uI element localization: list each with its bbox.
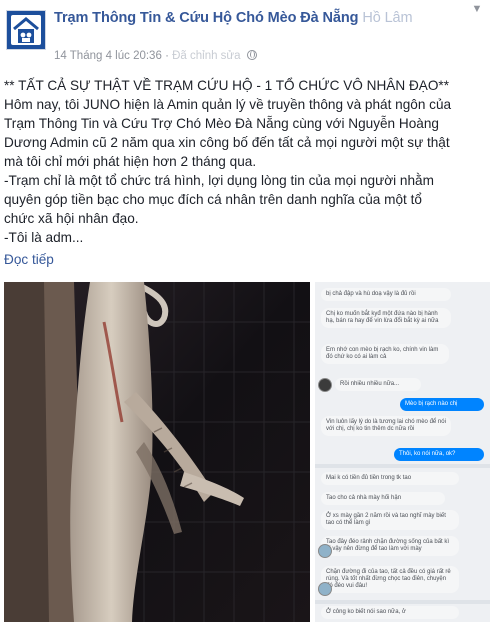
chat-bubble-incoming: Mai k có tiền đủ tiền trong tk tao: [321, 472, 459, 485]
chevron-down-icon[interactable]: ▼: [470, 4, 484, 15]
post-line: Hôm nay, tôi JUNO hiện là Amin quản lý v…: [4, 97, 452, 112]
chat-bubble-incoming: Ở công ko biết nói sao nữa, ở: [321, 606, 459, 619]
post-edited-label: Đã chỉnh sửa: [172, 50, 241, 62]
chat-bubble-outgoing: Thôi, ko nói nữa, ok?: [394, 448, 484, 461]
chat-bubble-incoming: Em nhớ con mèo bị rạch ko, chính vin làm…: [321, 344, 449, 364]
post-line: mà tôi chỉ mới phát hiện hơn 2 tháng qua…: [4, 154, 257, 169]
post-line: -Tôi là adm...: [4, 230, 84, 245]
post-line: Dương Admin cũ 2 năm qua xin công bố đến…: [4, 135, 450, 150]
chat-bubble-incoming: Chặn đường đi của tao, tất cả đều có giá…: [321, 566, 459, 593]
chat-bubble-incoming: Vin luôn lấy lý do là tương lai chó mèo …: [321, 416, 451, 436]
chat-divider: [315, 600, 490, 604]
post-line: Trạm Thông Tin và Cứu Trợ Chó Mèo Đà Nẵn…: [4, 116, 439, 131]
chat-bubble-incoming: Rồi nhiều nhiều nữa...: [335, 378, 421, 391]
page-name-link[interactable]: Trạm Thông Tin & Cứu Hộ Chó Mèo Đà Nẵng …: [54, 10, 413, 26]
post-meta: 14 Tháng 4 lúc 20:36 · Đã chỉnh sửa: [54, 50, 257, 62]
avatar: [318, 378, 332, 392]
page-name-blurred: Hồ Lâm: [362, 10, 413, 26]
post-line: chức xã hội nhân đạo.: [4, 211, 139, 226]
see-more-link[interactable]: Đọc tiếp: [4, 252, 54, 267]
chat-bubble-incoming: Tao đây đéo rảnh chặn đường sống của bất…: [321, 536, 459, 556]
chat-bubble-incoming: Tao cho cả nhà mày hối hận: [321, 492, 445, 505]
post-photo-hanging-cat[interactable]: [4, 282, 310, 622]
avatar: [318, 544, 332, 558]
chat-bubble-outgoing: Mèo bị rạch nào chị: [400, 398, 484, 411]
page-name[interactable]: Trạm Thông Tin & Cứu Hộ Chó Mèo Đà Nẵng: [54, 10, 358, 26]
globe-icon: [246, 50, 257, 60]
shelter-logo-icon: [11, 15, 41, 45]
avatar: [318, 582, 332, 596]
chat-bubble-incoming: Chị ko muốn bắt kyđ một đứa nào bị hành …: [321, 308, 451, 328]
post-timestamp[interactable]: 14 Tháng 4 lúc 20:36: [54, 50, 162, 62]
chat-bubble-incoming: Ở xs mày gần 2 năm rồi và tao nghĩ mày b…: [321, 510, 459, 530]
chat-bubble-incoming: bị chả đập và hù doạ vậy là đủ rồi: [321, 288, 451, 301]
page-avatar[interactable]: [6, 10, 46, 50]
chat-divider: [315, 464, 490, 468]
post-line: -Trạm chỉ là một tổ chức trá hình, lợi d…: [4, 173, 434, 188]
chat-screenshot[interactable]: bị chả đập và hù doạ vậy là đủ rồi Chị k…: [313, 282, 490, 622]
post-text: ** TẤT CẢ SỰ THẬT VỀ TRẠM CỨU HỘ - 1 TỔ …: [4, 76, 488, 247]
post-line: ** TẤT CẢ SỰ THẬT VỀ TRẠM CỨU HỘ - 1 TỔ …: [4, 78, 449, 93]
post-header: Trạm Thông Tin & Cứu Hộ Chó Mèo Đà Nẵng …: [0, 0, 492, 70]
post-line: quyên góp tiền bạc cho mục đích cá nhân …: [4, 192, 422, 207]
